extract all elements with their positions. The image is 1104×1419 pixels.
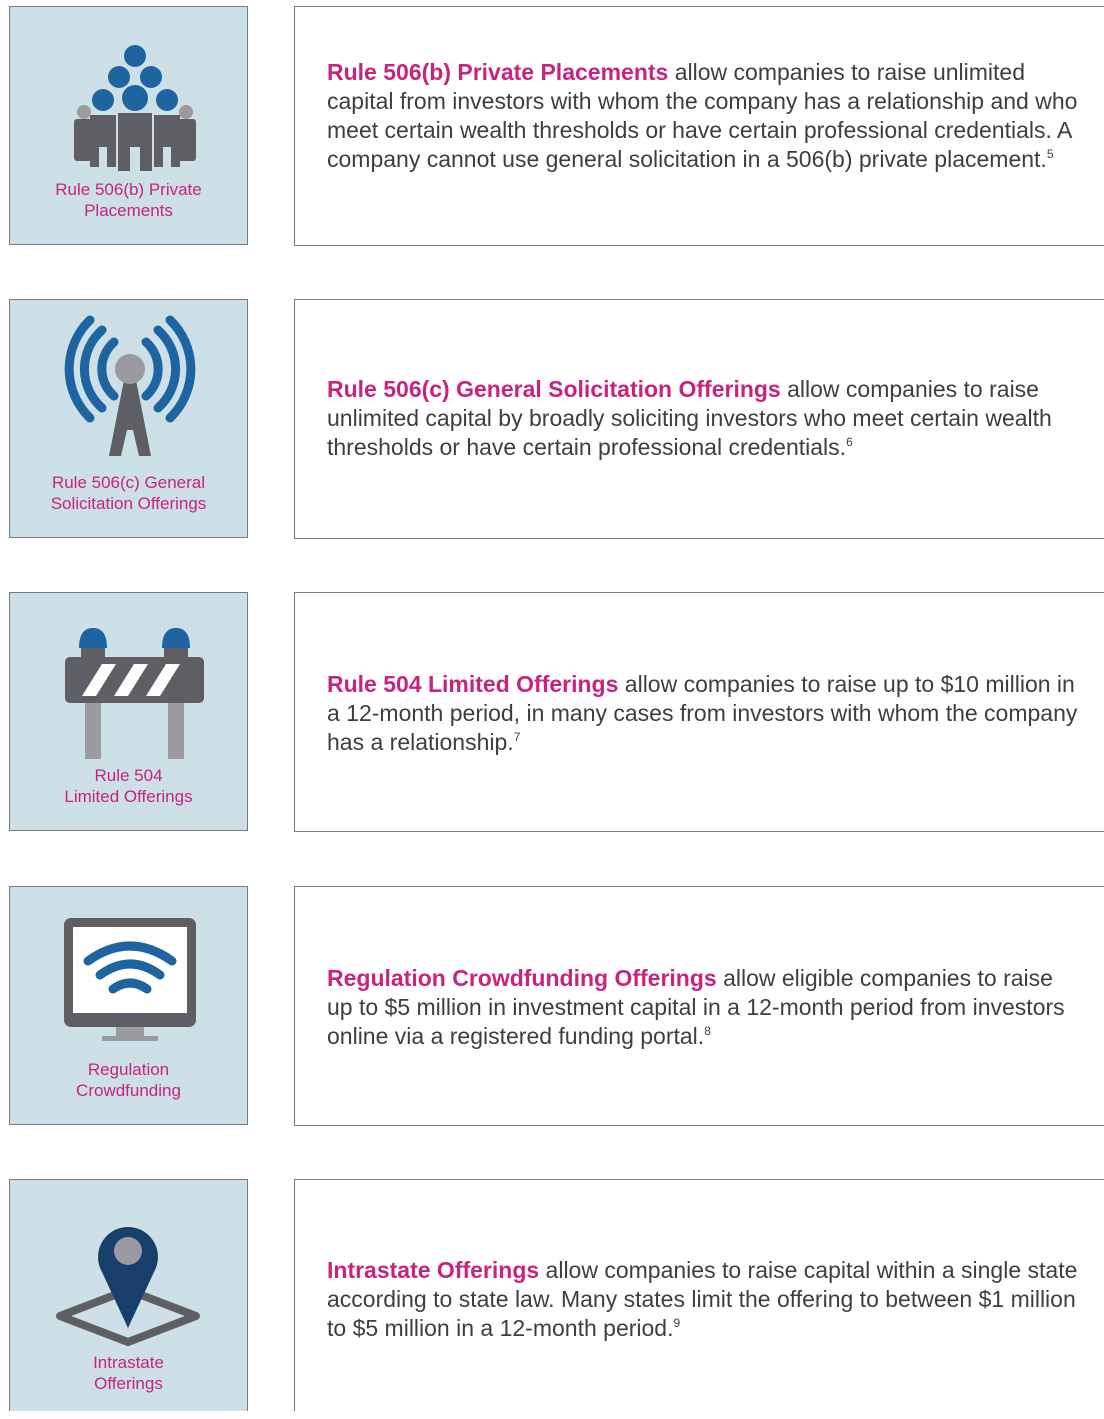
offering-icon-panel: Rule 506(c) General Solicitation Offerin… bbox=[9, 299, 248, 538]
icon-caption: Rule 506(b) Private Placements bbox=[10, 179, 247, 221]
caption-line: Rule 506(b) Private bbox=[55, 180, 202, 199]
offering-description-box: Rule 506(c) General Solicitation Offerin… bbox=[294, 299, 1104, 539]
caption-line: Placements bbox=[84, 201, 173, 220]
offering-icon-panel: Rule 506(b) Private Placements bbox=[9, 6, 248, 245]
caption-line: Rule 504 bbox=[94, 766, 163, 785]
offering-title: Intrastate Offerings bbox=[327, 1257, 540, 1283]
offering-description: Intrastate Offerings allow companies to … bbox=[327, 1256, 1083, 1343]
offering-description-box: Rule 504 Limited Offerings allow compani… bbox=[294, 592, 1104, 832]
offering-icon-panel: Regulation Crowdfunding bbox=[9, 886, 248, 1125]
caption-line: Solicitation Offerings bbox=[50, 494, 207, 513]
offering-description: Rule 504 Limited Offerings allow compani… bbox=[327, 670, 1083, 757]
offering-description-box: Rule 506(b) Private Placements allow com… bbox=[294, 6, 1104, 246]
footnote-marker: 8 bbox=[704, 1024, 711, 1038]
caption-line: Regulation bbox=[87, 1060, 170, 1079]
icon-caption: Regulation Crowdfunding bbox=[10, 1059, 247, 1101]
caption-line: Intrastate bbox=[93, 1353, 164, 1372]
caption-line: Crowdfunding bbox=[76, 1081, 181, 1100]
offering-description: Rule 506(c) General Solicitation Offerin… bbox=[327, 375, 1083, 462]
caption-line: Rule 506(c) General bbox=[51, 473, 206, 492]
offering-title: Rule 506(c) General Solicitation Offerin… bbox=[327, 376, 781, 402]
icon-caption: Rule 504 Limited Offerings bbox=[10, 765, 247, 807]
offering-description: Regulation Crowdfunding Offerings allow … bbox=[327, 964, 1083, 1051]
offering-icon-panel: Rule 504 Limited Offerings bbox=[9, 592, 248, 831]
caption-line: Offerings bbox=[94, 1374, 163, 1393]
icon-caption: Rule 506(c) General Solicitation Offerin… bbox=[10, 472, 247, 514]
icon-caption: Intrastate Offerings bbox=[10, 1352, 247, 1394]
footnote-marker: 9 bbox=[673, 1316, 681, 1330]
caption-line: Limited Offerings bbox=[64, 787, 193, 806]
footnote-marker: 7 bbox=[513, 730, 521, 744]
offering-description-box: Intrastate Offerings allow companies to … bbox=[294, 1179, 1104, 1411]
footnote-marker: 5 bbox=[1046, 147, 1054, 161]
offering-title: Rule 506(b) Private Placements bbox=[327, 59, 669, 85]
offering-icon-panel: Intrastate Offerings bbox=[9, 1179, 248, 1411]
offering-title: Regulation Crowdfunding Offerings bbox=[327, 965, 717, 991]
offering-description: Rule 506(b) Private Placements allow com… bbox=[327, 58, 1083, 174]
offering-description-box: Regulation Crowdfunding Offerings allow … bbox=[294, 886, 1104, 1126]
footnote-marker: 6 bbox=[846, 435, 853, 449]
offering-title: Rule 504 Limited Offerings bbox=[327, 671, 619, 697]
